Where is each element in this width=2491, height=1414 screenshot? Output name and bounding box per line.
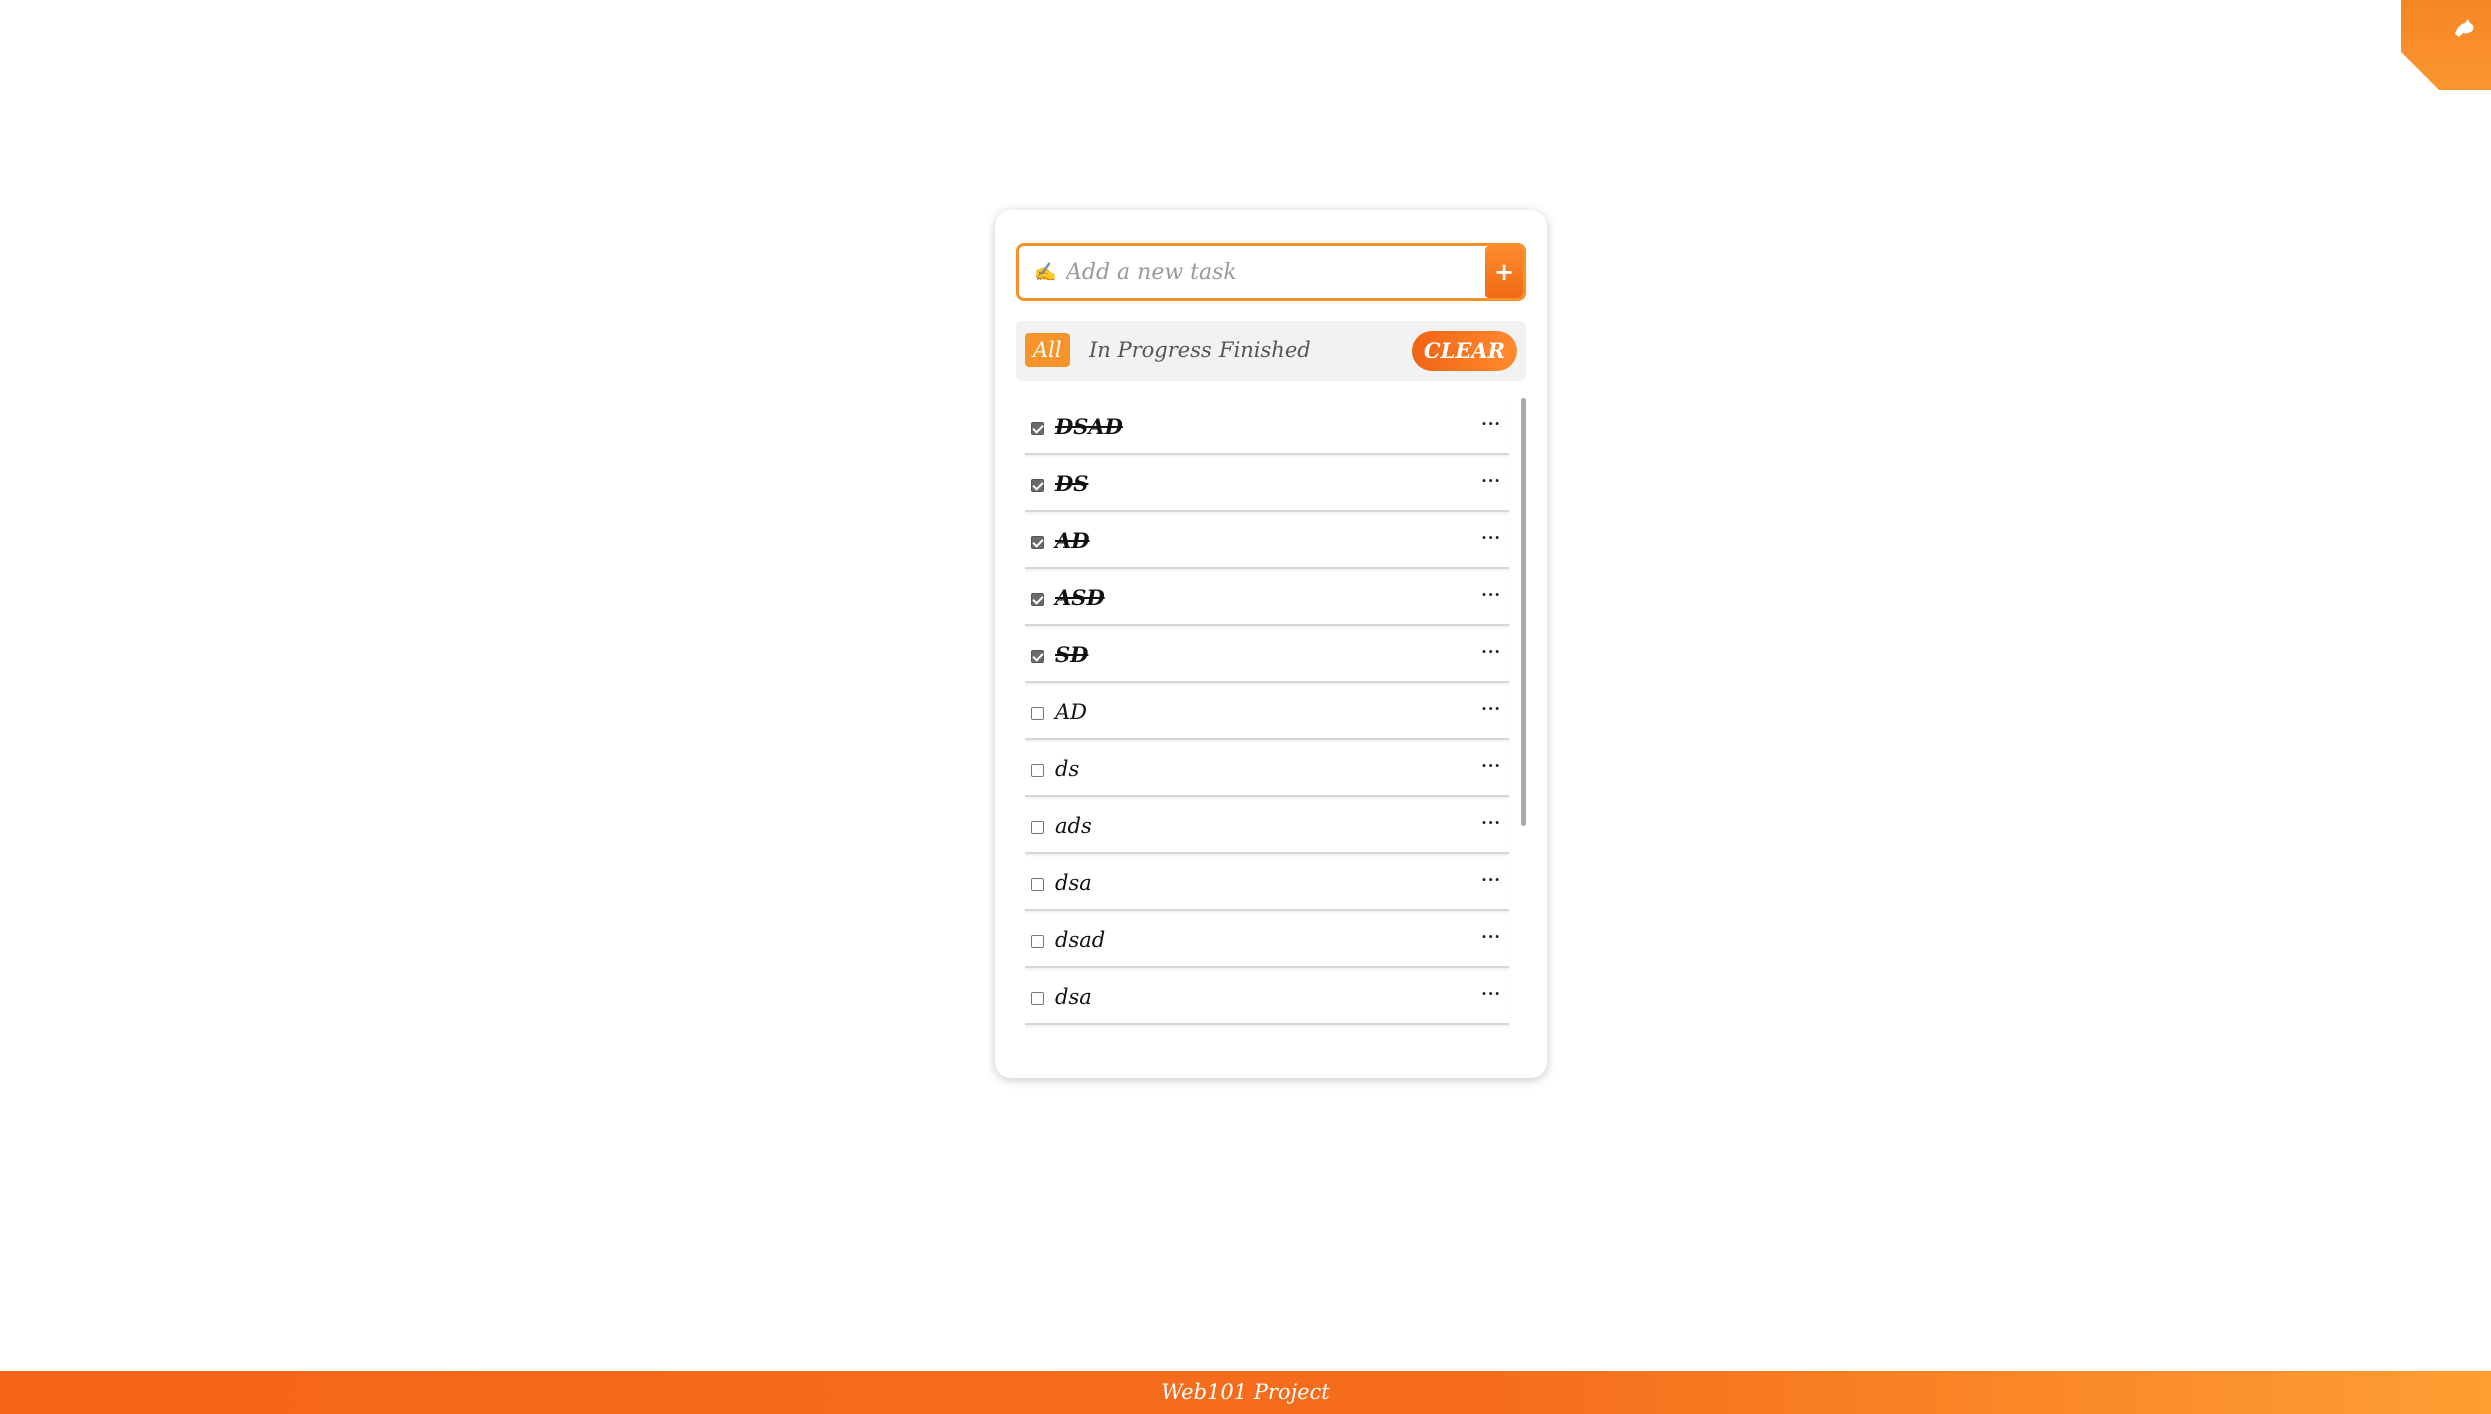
task-checkbox[interactable] bbox=[1031, 593, 1044, 606]
filter-bar: All In Progress Finished CLEAR bbox=[1016, 321, 1526, 381]
task-list: DSAD ··· DS ··· AD ··· ASD ··· SD ··· AD… bbox=[1025, 398, 1515, 1038]
more-options-icon[interactable]: ··· bbox=[1481, 412, 1501, 436]
github-corner-link[interactable] bbox=[2401, 0, 2491, 90]
corner-ribbon-shape bbox=[2401, 0, 2491, 90]
task-label: DS bbox=[1055, 471, 1089, 496]
task-label: SD bbox=[1055, 642, 1089, 667]
list-item: ds ··· bbox=[1025, 740, 1509, 797]
list-item: AD ··· bbox=[1025, 683, 1509, 740]
more-options-icon[interactable]: ··· bbox=[1481, 754, 1501, 778]
list-item: DS ··· bbox=[1025, 455, 1509, 512]
task-label: dsa bbox=[1055, 871, 1092, 895]
add-task-button[interactable]: + bbox=[1485, 246, 1523, 298]
more-options-icon[interactable]: ··· bbox=[1481, 469, 1501, 493]
tab-all[interactable]: All bbox=[1025, 333, 1070, 367]
task-checkbox[interactable] bbox=[1031, 650, 1044, 663]
task-label: ads bbox=[1055, 814, 1092, 838]
task-checkbox[interactable] bbox=[1031, 479, 1044, 492]
github-cat-icon-svg bbox=[2455, 19, 2474, 37]
task-label: ds bbox=[1055, 757, 1080, 781]
footer-text: Web101 Project bbox=[1161, 1380, 1330, 1404]
more-options-icon[interactable]: ··· bbox=[1481, 526, 1501, 550]
list-item: dsa ··· bbox=[1025, 854, 1509, 911]
list-item: AD ··· bbox=[1025, 512, 1509, 569]
tab-in-progress[interactable]: In Progress bbox=[1085, 333, 1216, 367]
new-task-input[interactable] bbox=[1064, 252, 1474, 292]
task-checkbox[interactable] bbox=[1031, 764, 1044, 777]
task-checkbox[interactable] bbox=[1031, 878, 1044, 891]
add-task-row: ✍ + bbox=[1016, 243, 1526, 301]
list-item: ads ··· bbox=[1025, 797, 1509, 854]
task-checkbox[interactable] bbox=[1031, 935, 1044, 948]
more-options-icon[interactable]: ··· bbox=[1481, 811, 1501, 835]
list-item: SD ··· bbox=[1025, 626, 1509, 683]
more-options-icon[interactable]: ··· bbox=[1481, 697, 1501, 721]
task-label: dsad bbox=[1055, 928, 1106, 952]
more-options-icon[interactable]: ··· bbox=[1481, 982, 1501, 1006]
task-label: AD bbox=[1055, 700, 1088, 724]
tab-finished[interactable]: Finished bbox=[1215, 333, 1315, 367]
more-options-icon[interactable]: ··· bbox=[1481, 640, 1501, 664]
list-item: DSAD ··· bbox=[1025, 398, 1509, 455]
task-label: ASD bbox=[1055, 585, 1105, 610]
more-options-icon[interactable]: ··· bbox=[1481, 583, 1501, 607]
list-item: dsa ··· bbox=[1025, 968, 1509, 1025]
task-list-scrollbar[interactable] bbox=[1521, 398, 1526, 826]
task-label: AD bbox=[1055, 528, 1090, 553]
writing-hand-icon: ✍ bbox=[1034, 262, 1057, 283]
task-label: dsa bbox=[1055, 985, 1092, 1009]
clear-button[interactable]: CLEAR bbox=[1412, 331, 1517, 371]
github-cat-icon bbox=[2451, 14, 2477, 40]
task-checkbox[interactable] bbox=[1031, 422, 1044, 435]
more-options-icon[interactable]: ··· bbox=[1481, 868, 1501, 892]
task-checkbox[interactable] bbox=[1031, 821, 1044, 834]
task-checkbox[interactable] bbox=[1031, 536, 1044, 549]
task-checkbox[interactable] bbox=[1031, 707, 1044, 720]
list-item: ASD ··· bbox=[1025, 569, 1509, 626]
task-label: DSAD bbox=[1055, 414, 1123, 439]
list-item: dsad ··· bbox=[1025, 911, 1509, 968]
more-options-icon[interactable]: ··· bbox=[1481, 925, 1501, 949]
footer: Web101 Project bbox=[0, 1371, 2491, 1414]
task-checkbox[interactable] bbox=[1031, 992, 1044, 1005]
todo-card: ✍ + All In Progress Finished CLEAR DSAD … bbox=[995, 210, 1547, 1078]
